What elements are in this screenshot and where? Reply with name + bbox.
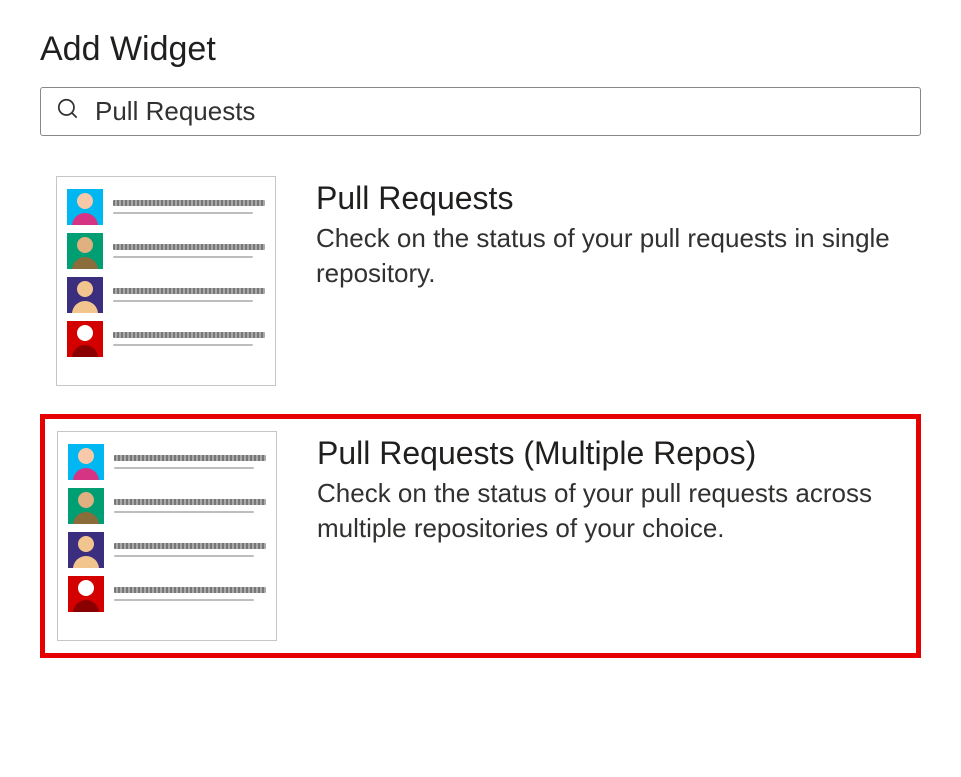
widget-list: Pull Requests Check on the status of your… [40, 160, 921, 658]
avatar-icon [67, 189, 103, 225]
widget-thumbnail [56, 176, 276, 386]
page-title: Add Widget [40, 30, 921, 69]
thumbnail-lines [114, 543, 266, 557]
avatar-icon [67, 233, 103, 269]
avatar-icon [67, 277, 103, 313]
widget-description: Check on the status of your pull request… [316, 221, 896, 291]
widget-item[interactable]: Pull Requests (Multiple Repos) Check on t… [40, 414, 921, 658]
widget-description: Check on the status of your pull request… [317, 476, 897, 546]
search-box[interactable] [40, 87, 921, 136]
thumbnail-lines [114, 455, 266, 469]
thumbnail-lines [113, 332, 265, 346]
widget-text: Pull Requests (Multiple Repos) Check on t… [317, 431, 897, 546]
thumbnail-row [68, 444, 266, 480]
thumbnail-lines [114, 587, 266, 601]
thumbnail-row [68, 532, 266, 568]
widget-text: Pull Requests Check on the status of your… [316, 176, 896, 291]
widget-item[interactable]: Pull Requests Check on the status of your… [40, 160, 921, 402]
widget-title: Pull Requests (Multiple Repos) [317, 435, 897, 472]
avatar-icon [68, 532, 104, 568]
thumbnail-row [67, 233, 265, 269]
search-input[interactable] [95, 96, 906, 127]
thumbnail-lines [113, 200, 265, 214]
thumbnail-row [68, 488, 266, 524]
avatar-icon [68, 444, 104, 480]
thumbnail-row [67, 277, 265, 313]
thumbnail-lines [113, 288, 265, 302]
avatar-icon [68, 576, 104, 612]
thumbnail-row [67, 189, 265, 225]
thumbnail-lines [114, 499, 266, 513]
avatar-icon [68, 488, 104, 524]
search-icon [55, 96, 81, 127]
thumbnail-row [67, 321, 265, 357]
widget-thumbnail [57, 431, 277, 641]
widget-title: Pull Requests [316, 180, 896, 217]
thumbnail-lines [113, 244, 265, 258]
avatar-icon [67, 321, 103, 357]
thumbnail-row [68, 576, 266, 612]
